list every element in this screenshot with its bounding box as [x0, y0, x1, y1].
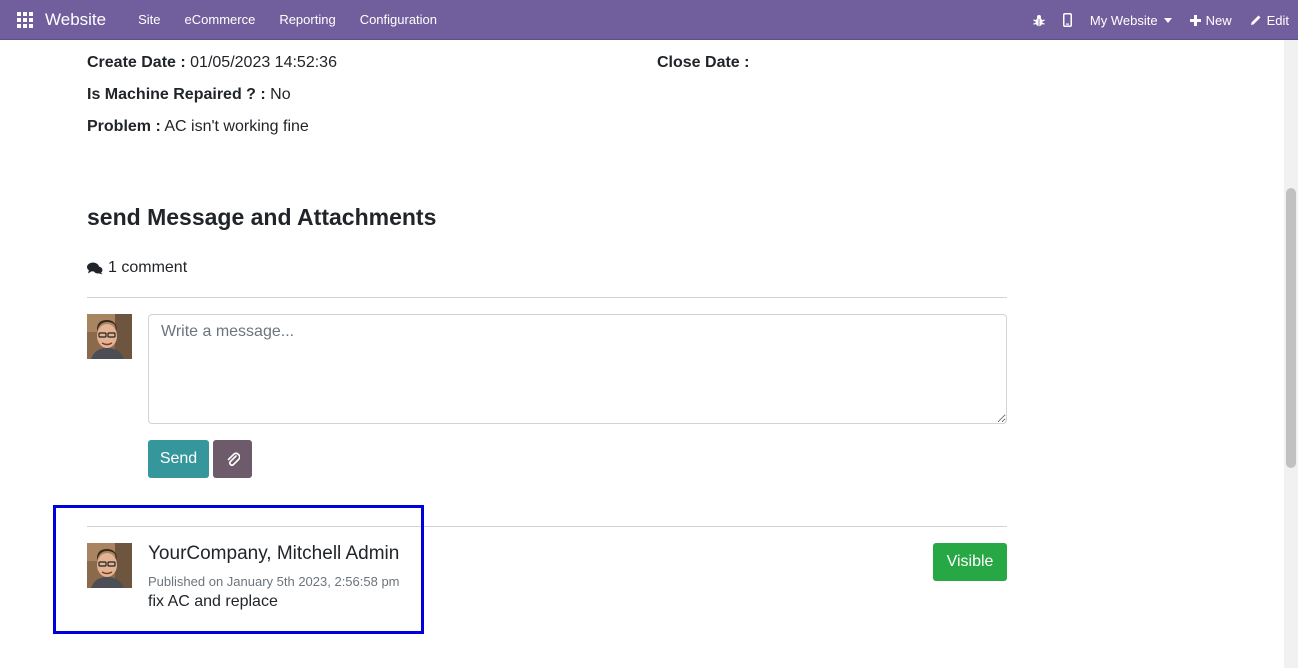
scrollbar-thumb[interactable] [1286, 188, 1296, 468]
apps-grid-icon[interactable] [17, 11, 33, 28]
message-input[interactable] [148, 314, 1007, 424]
caret-down-icon [1163, 17, 1172, 23]
divider [87, 297, 1007, 298]
problem-value: AC isn't working fine [164, 118, 309, 135]
problem-field: Problem : AC isn't working fine [87, 118, 309, 136]
edit-button-label: Edit [1266, 12, 1289, 28]
close-date-field: Close Date : [657, 54, 749, 72]
menu-item-site[interactable]: Site [126, 12, 172, 27]
comments-icon [87, 262, 103, 274]
edit-button[interactable]: Edit [1241, 13, 1298, 28]
plus-icon [1189, 14, 1201, 26]
app-brand[interactable]: Website [45, 10, 106, 30]
navbar-tools: My Website New Edit [1024, 0, 1298, 40]
machine-repaired-value: No [270, 86, 291, 103]
new-button[interactable]: New [1181, 13, 1241, 28]
debug-button[interactable] [1024, 14, 1054, 27]
paperclip-icon [227, 452, 240, 467]
mobile-icon [1062, 13, 1072, 27]
close-date-label: Close Date : [657, 54, 750, 71]
problem-label: Problem : [87, 118, 161, 135]
menu-item-reporting[interactable]: Reporting [267, 12, 347, 27]
attach-button[interactable] [213, 440, 252, 478]
page-scrollbar[interactable] [1284, 40, 1298, 668]
machine-repaired-field: Is Machine Repaired ? : No [87, 86, 291, 104]
highlight-box [53, 505, 424, 634]
comment-count-label: 1 comment [108, 259, 188, 276]
menu-item-ecommerce[interactable]: eCommerce [173, 12, 268, 27]
pencil-icon [1250, 15, 1261, 25]
comment-count: 1 comment [87, 259, 187, 277]
new-button-label: New [1205, 12, 1232, 28]
create-date-field: Create Date : 01/05/2023 14:52:36 [87, 54, 337, 72]
main-menu: Site eCommerce Reporting Configuration [126, 12, 449, 27]
current-user-avatar [87, 314, 132, 359]
menu-item-configuration[interactable]: Configuration [348, 12, 449, 27]
mobile-preview-button[interactable] [1054, 13, 1081, 27]
chatter-title: send Message and Attachments [87, 204, 437, 230]
top-navbar: Website Site eCommerce Reporting Configu… [0, 0, 1298, 40]
create-date-value: 01/05/2023 14:52:36 [190, 54, 337, 71]
send-button[interactable]: Send [148, 440, 209, 478]
visibility-toggle-button[interactable]: Visible [933, 543, 1007, 581]
website-selector[interactable]: My Website [1081, 13, 1181, 28]
create-date-label: Create Date : [87, 54, 186, 71]
machine-repaired-label: Is Machine Repaired ? : [87, 86, 266, 103]
website-selector-label: My Website [1089, 12, 1158, 28]
bug-icon [1033, 14, 1045, 26]
